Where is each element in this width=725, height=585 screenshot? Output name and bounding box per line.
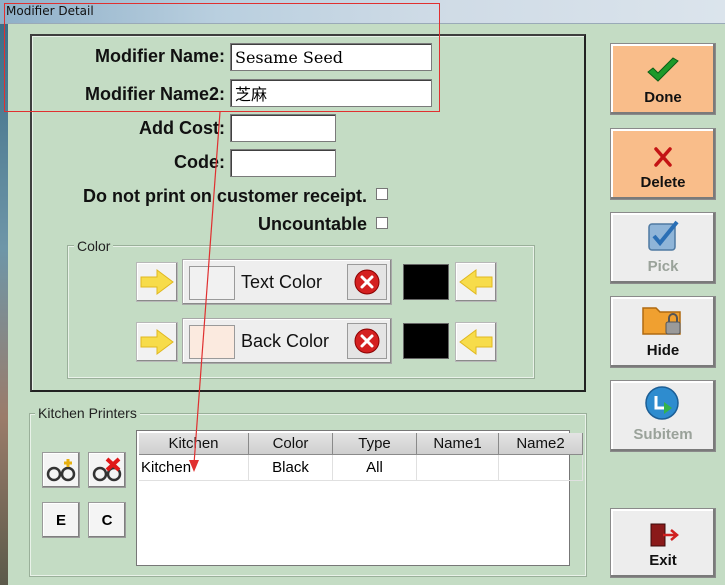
- no-print-checkbox[interactable]: [376, 188, 388, 200]
- table-header: Kitchen Color Type Name1 Name2: [139, 433, 583, 455]
- window-title: Modifier Detail: [6, 4, 94, 18]
- arrow-right-icon: [140, 329, 174, 355]
- uncountable-label: Uncountable: [257, 214, 367, 234]
- no-print-label: Do not print on customer receipt.: [82, 186, 367, 206]
- exit-label: Exit: [649, 552, 677, 569]
- hide-label: Hide: [646, 342, 680, 359]
- cell-name2: [499, 455, 583, 481]
- column-header-name1[interactable]: Name1: [417, 433, 499, 455]
- glasses-add-icon: [46, 459, 76, 482]
- exit-door-icon: [650, 523, 679, 547]
- add-cost-input[interactable]: [230, 114, 336, 142]
- cell-name1: [417, 455, 499, 481]
- column-header-kitchen[interactable]: Kitchen: [139, 433, 249, 455]
- text-color-apply-right-button[interactable]: [136, 262, 178, 302]
- kitchen-printers-legend: Kitchen Printers: [35, 405, 140, 421]
- color-group-legend: Color: [74, 238, 114, 254]
- remove-printer-button[interactable]: [88, 452, 126, 488]
- text-color-label: Text Color: [241, 272, 323, 292]
- modifier-name-label: Modifier Name:: [94, 46, 225, 66]
- column-header-name2[interactable]: Name2: [499, 433, 583, 455]
- code-label: Code:: [174, 152, 225, 172]
- subitem-arrow-icon: [645, 386, 679, 420]
- delete-label: Delete: [640, 174, 686, 191]
- copy-printer-button[interactable]: C: [88, 502, 126, 538]
- arrow-left-icon: [459, 329, 493, 355]
- hide-button[interactable]: Hide: [610, 296, 716, 368]
- delete-x-icon: [654, 147, 672, 167]
- column-header-type[interactable]: Type: [333, 433, 417, 455]
- exit-button[interactable]: Exit: [610, 508, 716, 578]
- edit-printer-button[interactable]: E: [42, 502, 80, 538]
- checkmark-icon: [647, 57, 679, 82]
- back-color-label: Back Color: [241, 331, 330, 351]
- close-circle-icon: [354, 269, 380, 295]
- add-printer-button[interactable]: [42, 452, 80, 488]
- kitchen-printers-table: Kitchen Color Type Name1 Name2 Kitchen B…: [136, 430, 583, 566]
- title-bar: Modifier Detail: [0, 0, 725, 24]
- modifier-name2-input[interactable]: [230, 79, 432, 107]
- delete-button[interactable]: Delete: [610, 128, 716, 200]
- close-circle-icon: [354, 328, 380, 354]
- uncountable-checkbox[interactable]: [376, 217, 388, 229]
- text-color-preview: [403, 264, 449, 300]
- subitem-button[interactable]: Subitem: [610, 380, 716, 452]
- done-button[interactable]: Done: [610, 43, 716, 115]
- pick-checklist-icon: [648, 220, 679, 251]
- background-strip: [0, 24, 8, 585]
- back-color-apply-left-button[interactable]: [455, 322, 497, 362]
- back-color-swatch: [189, 325, 235, 359]
- clear-back-color-button[interactable]: [347, 323, 387, 359]
- text-color-swatch: [189, 266, 235, 300]
- pick-label: Pick: [647, 258, 679, 275]
- cell-color: Black: [249, 455, 333, 481]
- back-color-apply-right-button[interactable]: [136, 322, 178, 362]
- text-color-apply-left-button[interactable]: [455, 262, 497, 302]
- locked-folder-icon: [642, 307, 681, 335]
- clear-text-color-button[interactable]: [347, 264, 387, 300]
- code-input[interactable]: [230, 149, 336, 177]
- pick-button[interactable]: Pick: [610, 212, 716, 284]
- text-color-button[interactable]: Text Color: [182, 259, 392, 305]
- back-color-preview: [403, 323, 449, 359]
- cell-kitchen: Kitchen: [139, 455, 249, 481]
- cell-type: All: [333, 455, 417, 481]
- back-color-button[interactable]: Back Color: [182, 318, 392, 364]
- glasses-remove-icon: [92, 457, 122, 482]
- done-label: Done: [644, 89, 682, 106]
- table-row[interactable]: Kitchen Black All: [139, 455, 583, 481]
- subitem-label: Subitem: [633, 426, 693, 443]
- modifier-name2-label: Modifier Name2:: [84, 84, 225, 104]
- add-cost-label: Add Cost:: [139, 118, 225, 138]
- arrow-left-icon: [459, 269, 493, 295]
- arrow-right-icon: [140, 269, 174, 295]
- column-header-color[interactable]: Color: [249, 433, 333, 455]
- modifier-name-input[interactable]: [230, 43, 432, 71]
